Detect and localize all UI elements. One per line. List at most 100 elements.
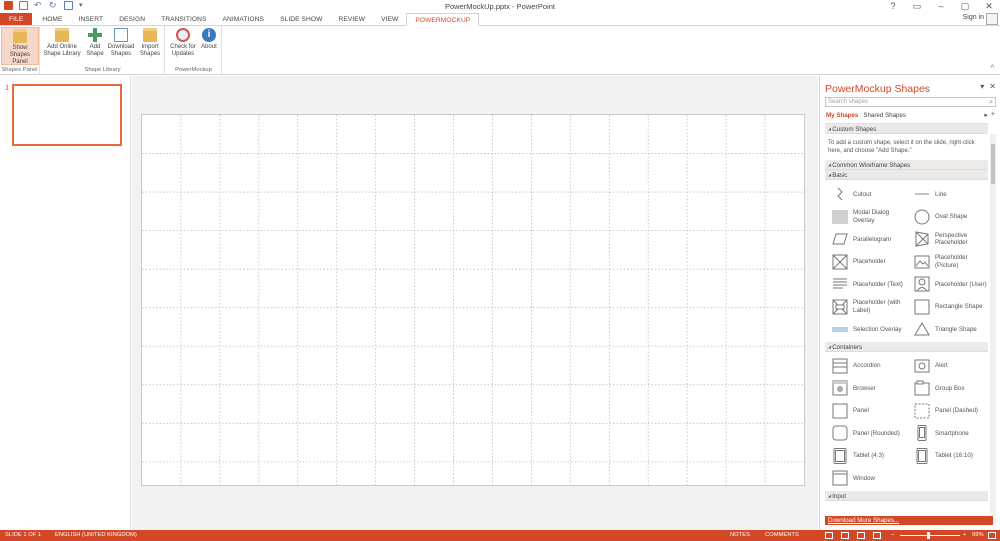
slide[interactable] [141,114,805,486]
language-indicator[interactable]: ENGLISH (UNITED KINGDOM) [55,530,137,541]
shape-item-placeholder-with-label[interactable]: Placeholder (with Label) [832,296,910,319]
maximize-icon[interactable]: ▢ [958,0,972,12]
placeholder-picture-icon [914,254,930,270]
comments-button[interactable]: COMMENTS [765,530,799,541]
add-library-icon[interactable]: + [991,111,995,119]
zoom-out-button[interactable]: – [891,530,894,541]
group-box-icon [914,380,930,396]
shape-item-tablet-16-10[interactable]: Tablet (16:10) [914,445,992,468]
window-icon [832,470,848,486]
shape-item-panel-rounded[interactable]: Panel (Rounded) [832,422,910,445]
shape-item-line[interactable]: Line [914,183,992,206]
perspective-placeholder-icon [914,231,930,247]
tablet-4-3-icon [832,447,848,464]
close-icon[interactable]: ✕ [982,0,996,12]
show-shapes-panel-button[interactable]: Show Shapes Panel [1,27,39,65]
zoom-level[interactable]: 99% [972,530,984,541]
notes-button[interactable]: NOTES [730,530,750,541]
basic-shapes-grid: Cutout Line Modal Dialog Overlay Oval Shape… [825,180,988,342]
shape-item-tablet-4-3[interactable]: Tablet (4:3) [832,445,910,468]
shape-item-oval-shape[interactable]: Oval Shape [914,206,992,229]
section-basic[interactable]: Basic [825,170,988,180]
search-input[interactable]: Search shapes ⌕ [825,97,996,107]
help-icon[interactable]: ? [886,0,900,12]
import-shapes-button[interactable]: Import Shapes [137,27,163,58]
section-input[interactable]: Input [825,490,988,501]
download-more-shapes-link[interactable]: Download More Shapes... [825,516,993,525]
rectangle-shape-icon [914,299,930,315]
shape-item-triangle-shape[interactable]: Triangle Shape [914,318,992,341]
slide-sorter-icon[interactable] [841,532,849,539]
section-custom-shapes[interactable]: Custom Shapes [825,124,988,134]
slide-thumbnail-pane: 1 [0,76,131,530]
shape-item-accordion[interactable]: Accordion [832,355,910,378]
button-label: Shape Library [43,51,81,57]
container-shapes-grid: Accordion Alert Browser Group Box Panel Panel… [825,352,988,491]
shape-item-smartphone[interactable]: Smartphone [914,422,992,445]
sign-in-link[interactable]: Sign in [963,14,984,21]
reading-view-icon[interactable] [857,532,865,539]
shape-item-panel[interactable]: Panel [832,400,910,423]
normal-view-icon[interactable] [825,532,833,539]
shape-label: Group Box [935,384,965,392]
pane-options-icon[interactable]: ▾ [980,82,984,91]
group-label: PowerMockup [175,67,212,73]
tab-my-shapes[interactable]: My Shapes [826,112,858,119]
shape-label: Parallelogram [853,235,892,243]
shape-item-group-box[interactable]: Group Box [914,377,992,400]
button-label: Shapes [139,51,161,57]
library-nav: ▸ + [984,111,995,119]
shape-item-cutout[interactable]: Cutout [832,183,910,206]
ribbon-display-options-icon[interactable]: ▭ [910,0,924,12]
tablet-16-10-icon [914,447,930,464]
pane-close-icon[interactable]: ✕ [989,82,996,91]
shape-item-placeholder[interactable]: Placeholder [832,251,910,274]
shape-item-placeholder-picture[interactable]: Placeholder (Picture) [914,251,992,274]
slide-gridlines [142,115,804,485]
shape-label: Accordion [853,362,881,369]
download-shapes-button[interactable]: Download Shapes [105,27,137,58]
check-for-updates-button[interactable]: Check for Updates [168,27,198,58]
cutout-icon [832,186,848,202]
shape-item-parallelogram[interactable]: Parallelogram [832,228,910,251]
shape-item-modal-dialog-overlay[interactable]: Modal Dialog Overlay [832,206,910,229]
shape-item-alert[interactable]: Alert [914,355,992,378]
panel-icon [832,403,848,419]
about-button[interactable]: i About [198,27,220,51]
zoom-in-button[interactable]: + [963,530,966,541]
shape-item-selection-overlay[interactable]: Selection Overlay [832,318,910,341]
shape-item-perspective-placeholder[interactable]: Perspective Placeholder [914,228,992,251]
pane-scrollbar[interactable] [990,134,996,516]
shape-item-window[interactable]: Window [832,467,910,490]
tab-shared-shapes[interactable]: Shared Shapes [863,112,906,119]
ribbon: Show Shapes Panel Shapes Panel Add Onlin… [0,25,1000,75]
slide-thumbnail[interactable] [12,84,122,146]
custom-shapes-hint: To add a custom shape, select it on the … [828,140,975,154]
view-buttons [825,532,881,539]
add-online-shape-library-button[interactable]: Add Online Shape Library [41,27,83,58]
zoom-slider[interactable] [900,532,960,539]
shape-item-panel-dashed[interactable]: Panel (Dashed) [914,400,992,423]
placeholder-text-icon [832,276,848,292]
collapse-ribbon-icon[interactable]: ^ [991,65,994,72]
add-shape-button[interactable]: Add Shape [85,27,105,58]
shape-item-placeholder-user[interactable]: Placeholder (User) [914,273,992,296]
scrollbar-thumb[interactable] [991,144,995,184]
shape-item-browser[interactable]: Browser [832,377,910,400]
tab-powermockup[interactable]: POWERMOCKUP [406,13,480,26]
section-containers[interactable]: Containers [825,341,988,352]
group-label: Shapes Panel [1,67,38,73]
section-common-wireframe-shapes[interactable]: Common Wireframe Shapes [825,160,988,170]
button-label: Shapes [110,51,132,57]
zoom-slider-knob[interactable] [927,532,930,539]
search-icon[interactable]: ⌕ [989,98,993,107]
fit-slide-icon[interactable] [988,532,996,539]
next-library-icon[interactable]: ▸ [984,111,988,119]
editing-canvas [132,76,818,530]
minimize-icon[interactable]: – [934,0,948,12]
slide-show-icon[interactable] [873,532,881,539]
button-label: Updates [171,51,195,57]
avatar[interactable] [986,13,998,25]
shape-item-rectangle-shape[interactable]: Rectangle Shape [914,296,992,319]
shape-item-placeholder-text[interactable]: Placeholder (Text) [832,273,910,296]
